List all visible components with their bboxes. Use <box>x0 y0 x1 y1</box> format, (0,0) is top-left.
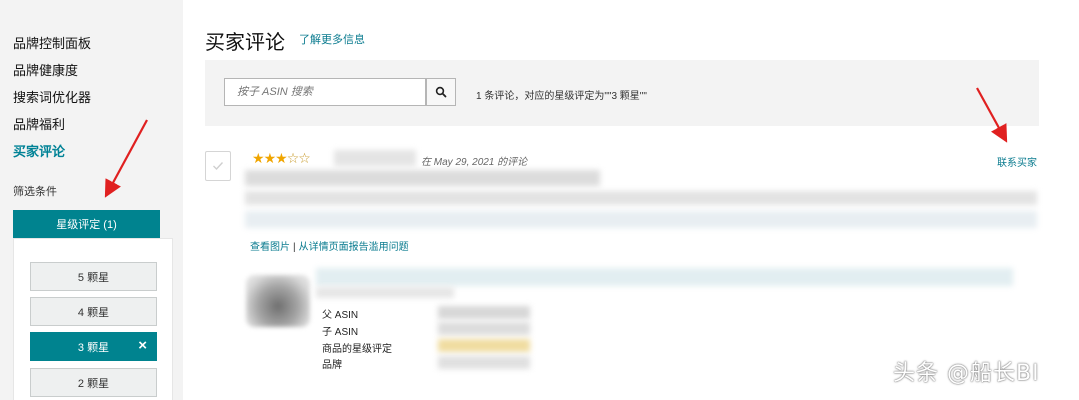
red-arrow-right <box>976 87 1008 143</box>
watermark: 头条 @船长BI <box>893 361 1040 386</box>
annotation-arrows <box>104 87 1008 198</box>
red-arrow-left <box>104 119 148 198</box>
